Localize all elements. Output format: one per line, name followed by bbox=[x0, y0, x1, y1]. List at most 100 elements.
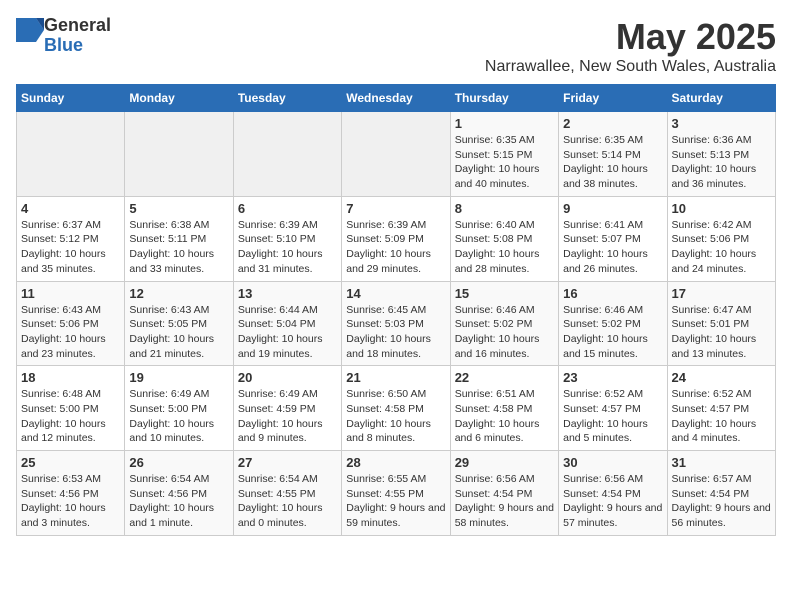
day-number: 22 bbox=[455, 370, 554, 385]
day-info: Sunrise: 6:37 AM Sunset: 5:12 PM Dayligh… bbox=[21, 218, 120, 277]
location-title: Narrawallee, New South Wales, Australia bbox=[485, 58, 776, 76]
day-info: Sunrise: 6:54 AM Sunset: 4:55 PM Dayligh… bbox=[238, 472, 337, 531]
day-cell: 8 Sunrise: 6:40 AM Sunset: 5:08 PM Daylig… bbox=[450, 196, 558, 281]
day-number: 4 bbox=[21, 201, 120, 216]
day-cell: 11Sunrise: 6:43 AM Sunset: 5:06 PM Dayli… bbox=[17, 281, 125, 366]
day-number: 19 bbox=[129, 370, 228, 385]
day-info: Sunrise: 6:54 AM Sunset: 4:56 PM Dayligh… bbox=[129, 472, 228, 531]
day-number: 29 bbox=[455, 455, 554, 470]
day-number: 25 bbox=[21, 455, 120, 470]
day-info: Sunrise: 6:53 AM Sunset: 4:56 PM Dayligh… bbox=[21, 472, 120, 531]
day-info: Sunrise: 6:48 AM Sunset: 5:00 PM Dayligh… bbox=[21, 387, 120, 446]
month-title: May 2025 bbox=[485, 16, 776, 58]
day-cell: 20 Sunrise: 6:49 AM Sunset: 4:59 PM Dayli… bbox=[233, 366, 341, 451]
calendar-header-row: SundayMondayTuesdayWednesdayThursdayFrid… bbox=[17, 85, 776, 112]
day-cell bbox=[342, 112, 450, 197]
day-info: Sunrise: 6:38 AM Sunset: 5:11 PM Dayligh… bbox=[129, 218, 228, 277]
day-cell: 18 Sunrise: 6:48 AM Sunset: 5:00 PM Dayli… bbox=[17, 366, 125, 451]
day-info: Sunrise: 6:46 AM Sunset: 5:02 PM Dayligh… bbox=[563, 303, 662, 362]
title-block: May 2025 Narrawallee, New South Wales, A… bbox=[485, 16, 776, 76]
logo-text: General Blue bbox=[44, 16, 111, 56]
day-number: 16 bbox=[563, 286, 662, 301]
week-row-3: 11Sunrise: 6:43 AM Sunset: 5:06 PM Dayli… bbox=[17, 281, 776, 366]
day-number: 1 bbox=[455, 116, 554, 131]
day-cell: 4 Sunrise: 6:37 AM Sunset: 5:12 PM Daylig… bbox=[17, 196, 125, 281]
day-info: Sunrise: 6:49 AM Sunset: 4:59 PM Dayligh… bbox=[238, 387, 337, 446]
calendar-table: SundayMondayTuesdayWednesdayThursdayFrid… bbox=[16, 84, 776, 536]
day-info: Sunrise: 6:56 AM Sunset: 4:54 PM Dayligh… bbox=[563, 472, 662, 531]
day-cell: 25 Sunrise: 6:53 AM Sunset: 4:56 PM Dayli… bbox=[17, 451, 125, 536]
day-number: 2 bbox=[563, 116, 662, 131]
week-row-4: 18 Sunrise: 6:48 AM Sunset: 5:00 PM Dayli… bbox=[17, 366, 776, 451]
day-cell: 3 Sunrise: 6:36 AM Sunset: 5:13 PM Daylig… bbox=[667, 112, 775, 197]
day-cell: 9 Sunrise: 6:41 AM Sunset: 5:07 PM Daylig… bbox=[559, 196, 667, 281]
day-number: 20 bbox=[238, 370, 337, 385]
day-number: 14 bbox=[346, 286, 445, 301]
day-number: 31 bbox=[672, 455, 771, 470]
logo-general: General bbox=[44, 16, 111, 36]
week-row-5: 25 Sunrise: 6:53 AM Sunset: 4:56 PM Dayli… bbox=[17, 451, 776, 536]
day-cell: 30 Sunrise: 6:56 AM Sunset: 4:54 PM Dayli… bbox=[559, 451, 667, 536]
day-cell: 15Sunrise: 6:46 AM Sunset: 5:02 PM Dayli… bbox=[450, 281, 558, 366]
day-number: 30 bbox=[563, 455, 662, 470]
page-header: General Blue May 2025 Narrawallee, New S… bbox=[16, 16, 776, 76]
day-info: Sunrise: 6:42 AM Sunset: 5:06 PM Dayligh… bbox=[672, 218, 771, 277]
day-number: 9 bbox=[563, 201, 662, 216]
day-cell bbox=[125, 112, 233, 197]
day-number: 8 bbox=[455, 201, 554, 216]
week-row-2: 4 Sunrise: 6:37 AM Sunset: 5:12 PM Daylig… bbox=[17, 196, 776, 281]
day-cell bbox=[17, 112, 125, 197]
day-info: Sunrise: 6:50 AM Sunset: 4:58 PM Dayligh… bbox=[346, 387, 445, 446]
day-number: 6 bbox=[238, 201, 337, 216]
day-cell: 26 Sunrise: 6:54 AM Sunset: 4:56 PM Dayli… bbox=[125, 451, 233, 536]
day-info: Sunrise: 6:56 AM Sunset: 4:54 PM Dayligh… bbox=[455, 472, 554, 531]
day-number: 3 bbox=[672, 116, 771, 131]
day-number: 10 bbox=[672, 201, 771, 216]
day-number: 28 bbox=[346, 455, 445, 470]
day-cell: 6 Sunrise: 6:39 AM Sunset: 5:10 PM Daylig… bbox=[233, 196, 341, 281]
logo: General Blue bbox=[16, 16, 111, 56]
day-cell: 22Sunrise: 6:51 AM Sunset: 4:58 PM Dayli… bbox=[450, 366, 558, 451]
day-number: 23 bbox=[563, 370, 662, 385]
day-number: 21 bbox=[346, 370, 445, 385]
day-info: Sunrise: 6:46 AM Sunset: 5:02 PM Dayligh… bbox=[455, 303, 554, 362]
day-cell: 27Sunrise: 6:54 AM Sunset: 4:55 PM Dayli… bbox=[233, 451, 341, 536]
day-info: Sunrise: 6:43 AM Sunset: 5:05 PM Dayligh… bbox=[129, 303, 228, 362]
day-cell: 28 Sunrise: 6:55 AM Sunset: 4:55 PM Dayli… bbox=[342, 451, 450, 536]
logo-icon bbox=[16, 18, 44, 54]
day-info: Sunrise: 6:39 AM Sunset: 5:09 PM Dayligh… bbox=[346, 218, 445, 277]
day-cell: 19 Sunrise: 6:49 AM Sunset: 5:00 PM Dayli… bbox=[125, 366, 233, 451]
week-row-1: 1Sunrise: 6:35 AM Sunset: 5:15 PM Daylig… bbox=[17, 112, 776, 197]
day-info: Sunrise: 6:41 AM Sunset: 5:07 PM Dayligh… bbox=[563, 218, 662, 277]
logo-blue: Blue bbox=[44, 36, 111, 56]
day-cell: 14Sunrise: 6:45 AM Sunset: 5:03 PM Dayli… bbox=[342, 281, 450, 366]
day-info: Sunrise: 6:47 AM Sunset: 5:01 PM Dayligh… bbox=[672, 303, 771, 362]
day-info: Sunrise: 6:36 AM Sunset: 5:13 PM Dayligh… bbox=[672, 133, 771, 192]
header-saturday: Saturday bbox=[667, 85, 775, 112]
header-monday: Monday bbox=[125, 85, 233, 112]
day-cell: 16 Sunrise: 6:46 AM Sunset: 5:02 PM Dayli… bbox=[559, 281, 667, 366]
day-number: 5 bbox=[129, 201, 228, 216]
header-thursday: Thursday bbox=[450, 85, 558, 112]
day-info: Sunrise: 6:39 AM Sunset: 5:10 PM Dayligh… bbox=[238, 218, 337, 277]
day-cell: 1Sunrise: 6:35 AM Sunset: 5:15 PM Daylig… bbox=[450, 112, 558, 197]
day-number: 26 bbox=[129, 455, 228, 470]
day-info: Sunrise: 6:35 AM Sunset: 5:14 PM Dayligh… bbox=[563, 133, 662, 192]
day-info: Sunrise: 6:49 AM Sunset: 5:00 PM Dayligh… bbox=[129, 387, 228, 446]
day-info: Sunrise: 6:55 AM Sunset: 4:55 PM Dayligh… bbox=[346, 472, 445, 531]
day-info: Sunrise: 6:52 AM Sunset: 4:57 PM Dayligh… bbox=[672, 387, 771, 446]
day-cell: 10 Sunrise: 6:42 AM Sunset: 5:06 PM Dayli… bbox=[667, 196, 775, 281]
day-cell: 12 Sunrise: 6:43 AM Sunset: 5:05 PM Dayli… bbox=[125, 281, 233, 366]
day-cell bbox=[233, 112, 341, 197]
day-number: 13 bbox=[238, 286, 337, 301]
day-number: 24 bbox=[672, 370, 771, 385]
day-cell: 17Sunrise: 6:47 AM Sunset: 5:01 PM Dayli… bbox=[667, 281, 775, 366]
day-info: Sunrise: 6:40 AM Sunset: 5:08 PM Dayligh… bbox=[455, 218, 554, 277]
header-tuesday: Tuesday bbox=[233, 85, 341, 112]
day-number: 12 bbox=[129, 286, 228, 301]
day-cell: 29 Sunrise: 6:56 AM Sunset: 4:54 PM Dayli… bbox=[450, 451, 558, 536]
day-cell: 5 Sunrise: 6:38 AM Sunset: 5:11 PM Daylig… bbox=[125, 196, 233, 281]
day-info: Sunrise: 6:52 AM Sunset: 4:57 PM Dayligh… bbox=[563, 387, 662, 446]
day-number: 18 bbox=[21, 370, 120, 385]
day-cell: 13Sunrise: 6:44 AM Sunset: 5:04 PM Dayli… bbox=[233, 281, 341, 366]
